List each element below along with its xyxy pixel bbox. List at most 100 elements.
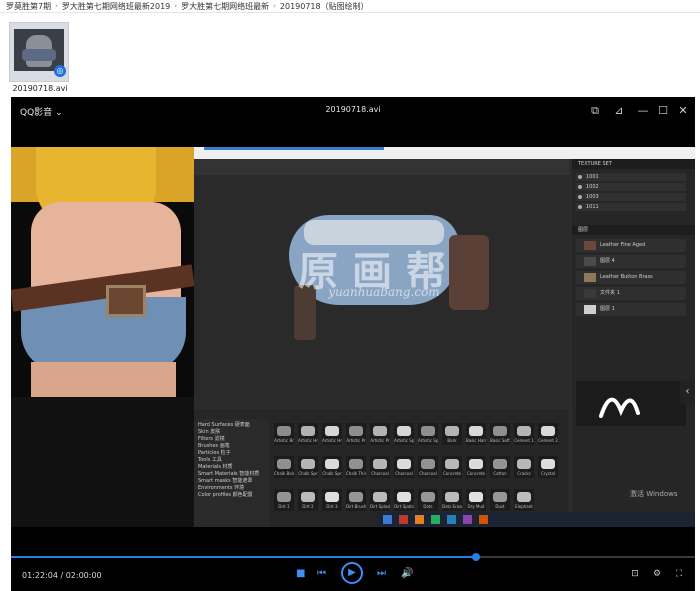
shelf-category[interactable]: Skin 皮肤	[198, 428, 220, 435]
brush-preset[interactable]: Cotton	[490, 456, 510, 478]
brush-preset[interactable]: Bark	[442, 423, 462, 445]
shelf-category[interactable]: Tools 工具	[198, 456, 222, 463]
app-icon[interactable]	[399, 515, 408, 524]
texture-set-row[interactable]: 1011	[576, 203, 686, 211]
texture-set-row[interactable]: 1002	[576, 183, 686, 191]
brush-preset[interactable]: Dirt Splash	[370, 489, 390, 511]
shelf-category[interactable]: Hard Surfaces 硬表面	[198, 421, 250, 428]
minimize-icon[interactable]: —	[635, 103, 651, 119]
pin-icon[interactable]: ⧉	[587, 103, 603, 119]
next-icon[interactable]: ⏭	[377, 566, 386, 582]
brush-preset[interactable]: Chalk Thin	[346, 456, 366, 478]
shelf-category[interactable]: Color profiles 颜色配置	[198, 491, 253, 498]
app-icon[interactable]	[479, 515, 488, 524]
layer-row[interactable]: 文件夹 1	[576, 287, 686, 300]
brush-preset[interactable]: Artistic Sp	[418, 423, 438, 445]
brush-label: Cotton	[493, 471, 507, 476]
brush-preset[interactable]: Dirt Brush	[346, 489, 366, 511]
brush-preset[interactable]: Dry Mud	[466, 489, 486, 511]
brush-preset[interactable]: Crystal	[538, 456, 558, 478]
brush-preset[interactable]: Cracks	[514, 456, 534, 478]
play-icon[interactable]: ▶	[341, 562, 363, 584]
video-frame[interactable]: 原画帮 yuanhuabang.com TEXTURE SET 1001 100…	[11, 147, 695, 527]
breadcrumb-item[interactable]: 罗莫胜第7期	[6, 1, 51, 12]
brush-preset[interactable]: Chalk Bold	[274, 456, 294, 478]
eye-icon[interactable]	[578, 195, 582, 199]
brush-preset[interactable]: Artistic Pr	[346, 423, 366, 445]
shelf-category[interactable]: Smart masks 智能遮罩	[198, 477, 252, 484]
volume-icon[interactable]: 🔊	[401, 566, 413, 582]
app-title-bar	[194, 147, 695, 159]
close-icon[interactable]: ✕	[675, 103, 691, 119]
brush-label: Dirt 3	[326, 504, 338, 509]
brush-preset[interactable]: Basic Soft	[490, 423, 510, 445]
breadcrumb: 罗莫胜第7期 › 罗大胜第七期网络班最新2019 › 罗大胜第七期网络班最新 › 20…	[6, 0, 369, 12]
brush-preset[interactable]: Dots	[418, 489, 438, 511]
settings-icon[interactable]: ⚙	[650, 567, 664, 581]
brush-preset[interactable]: Dust	[490, 489, 510, 511]
eye-icon[interactable]	[578, 175, 582, 179]
brush-preset[interactable]: Artistic Sp	[394, 423, 414, 445]
layer-row[interactable]: Leather Button Brass	[576, 271, 686, 284]
panel-toggle-arrow[interactable]: ‹	[680, 380, 695, 404]
windows-taskbar	[377, 512, 695, 527]
brush-preset[interactable]: Artistic Hr	[298, 423, 318, 445]
brush-preset[interactable]: Basic Hard	[466, 423, 486, 445]
brush-preset[interactable]: Artistic Br	[274, 423, 294, 445]
shelf-category[interactable]: Brushes 画笔	[198, 442, 230, 449]
maximize-icon[interactable]: ☐	[655, 103, 671, 119]
stop-icon[interactable]: ■	[296, 566, 305, 582]
breadcrumb-item[interactable]: 20190718（贴图绘制）	[280, 1, 369, 12]
eye-icon[interactable]	[578, 185, 582, 189]
brush-preset[interactable]: Charcoal	[394, 456, 414, 478]
brush-preset[interactable]: Dirt 3	[322, 489, 342, 511]
brush-preset[interactable]: Dots Erased	[442, 489, 462, 511]
layer-row[interactable]: Leather Fine Aged	[576, 239, 686, 252]
brush-preset[interactable]: Dirt 2	[298, 489, 318, 511]
texture-set-row[interactable]: 1003	[576, 193, 686, 201]
app-icon[interactable]	[463, 515, 472, 524]
previous-icon[interactable]: ⏮	[317, 566, 326, 582]
shelf-category[interactable]: Smart Materials 智能材质	[198, 470, 259, 477]
seek-handle[interactable]	[472, 553, 481, 561]
shelf-category[interactable]: Environments 环境	[198, 484, 244, 491]
breadcrumb-item[interactable]: 罗大胜第七期网络班最新	[181, 1, 269, 12]
start-icon[interactable]	[383, 515, 392, 524]
layer-row[interactable]: 图层 4	[576, 255, 686, 268]
brush-preset[interactable]: Cement 2	[538, 423, 558, 445]
brush-label: Dirt Brush	[346, 504, 366, 509]
brush-label: Artistic Br	[274, 438, 294, 443]
app-icon[interactable]	[447, 515, 456, 524]
brush-label: Dirt 1	[278, 504, 290, 509]
brush-preset[interactable]: Charcoal	[370, 456, 390, 478]
app-icon[interactable]	[431, 515, 440, 524]
eye-icon[interactable]	[578, 205, 582, 209]
fullscreen-icon[interactable]: ⛶	[672, 567, 686, 581]
brush-preset[interactable]: Concrete	[466, 456, 486, 478]
app-icon[interactable]	[415, 515, 424, 524]
shelf-categories: Hard Surfaces 硬表面 Skin 皮肤 Filters 滤镜 Bru…	[194, 419, 269, 527]
reference-photo	[11, 147, 194, 397]
seek-bar[interactable]	[11, 553, 695, 561]
seek-progress	[11, 556, 477, 558]
breadcrumb-item[interactable]: 罗大胜第七期网络班最新2019	[62, 1, 170, 12]
brush-preset[interactable]: Cement 1	[514, 423, 534, 445]
brush-preset[interactable]: Artistic Pr	[370, 423, 390, 445]
shelf-category[interactable]: Particles 粒子	[198, 449, 231, 456]
shelf-category[interactable]: Filters 滤镜	[198, 435, 225, 442]
layer-row[interactable]: 图层 1	[576, 303, 686, 316]
shelf-category[interactable]: Materials 材质	[198, 463, 233, 470]
file-item[interactable]: ◎ 20190718.avi	[7, 20, 73, 94]
screenshot-icon[interactable]: ⊡	[628, 567, 642, 581]
texture-set-row[interactable]: 1001	[576, 173, 686, 181]
brush-preset[interactable]: Charcoal	[418, 456, 438, 478]
brush-label: Charcoal	[419, 471, 437, 476]
brush-preset[interactable]: Elephant	[514, 489, 534, 511]
brush-preset[interactable]: Chalk Spr	[322, 456, 342, 478]
minimize-mini-icon[interactable]: ⊿	[611, 103, 627, 119]
brush-preset[interactable]: Chalk Spr	[298, 456, 318, 478]
brush-preset[interactable]: Artistic Hr	[322, 423, 342, 445]
brush-preset[interactable]: Dirt Spots	[394, 489, 414, 511]
brush-preset[interactable]: Dirt 1	[274, 489, 294, 511]
brush-preset[interactable]: Concrete	[442, 456, 462, 478]
